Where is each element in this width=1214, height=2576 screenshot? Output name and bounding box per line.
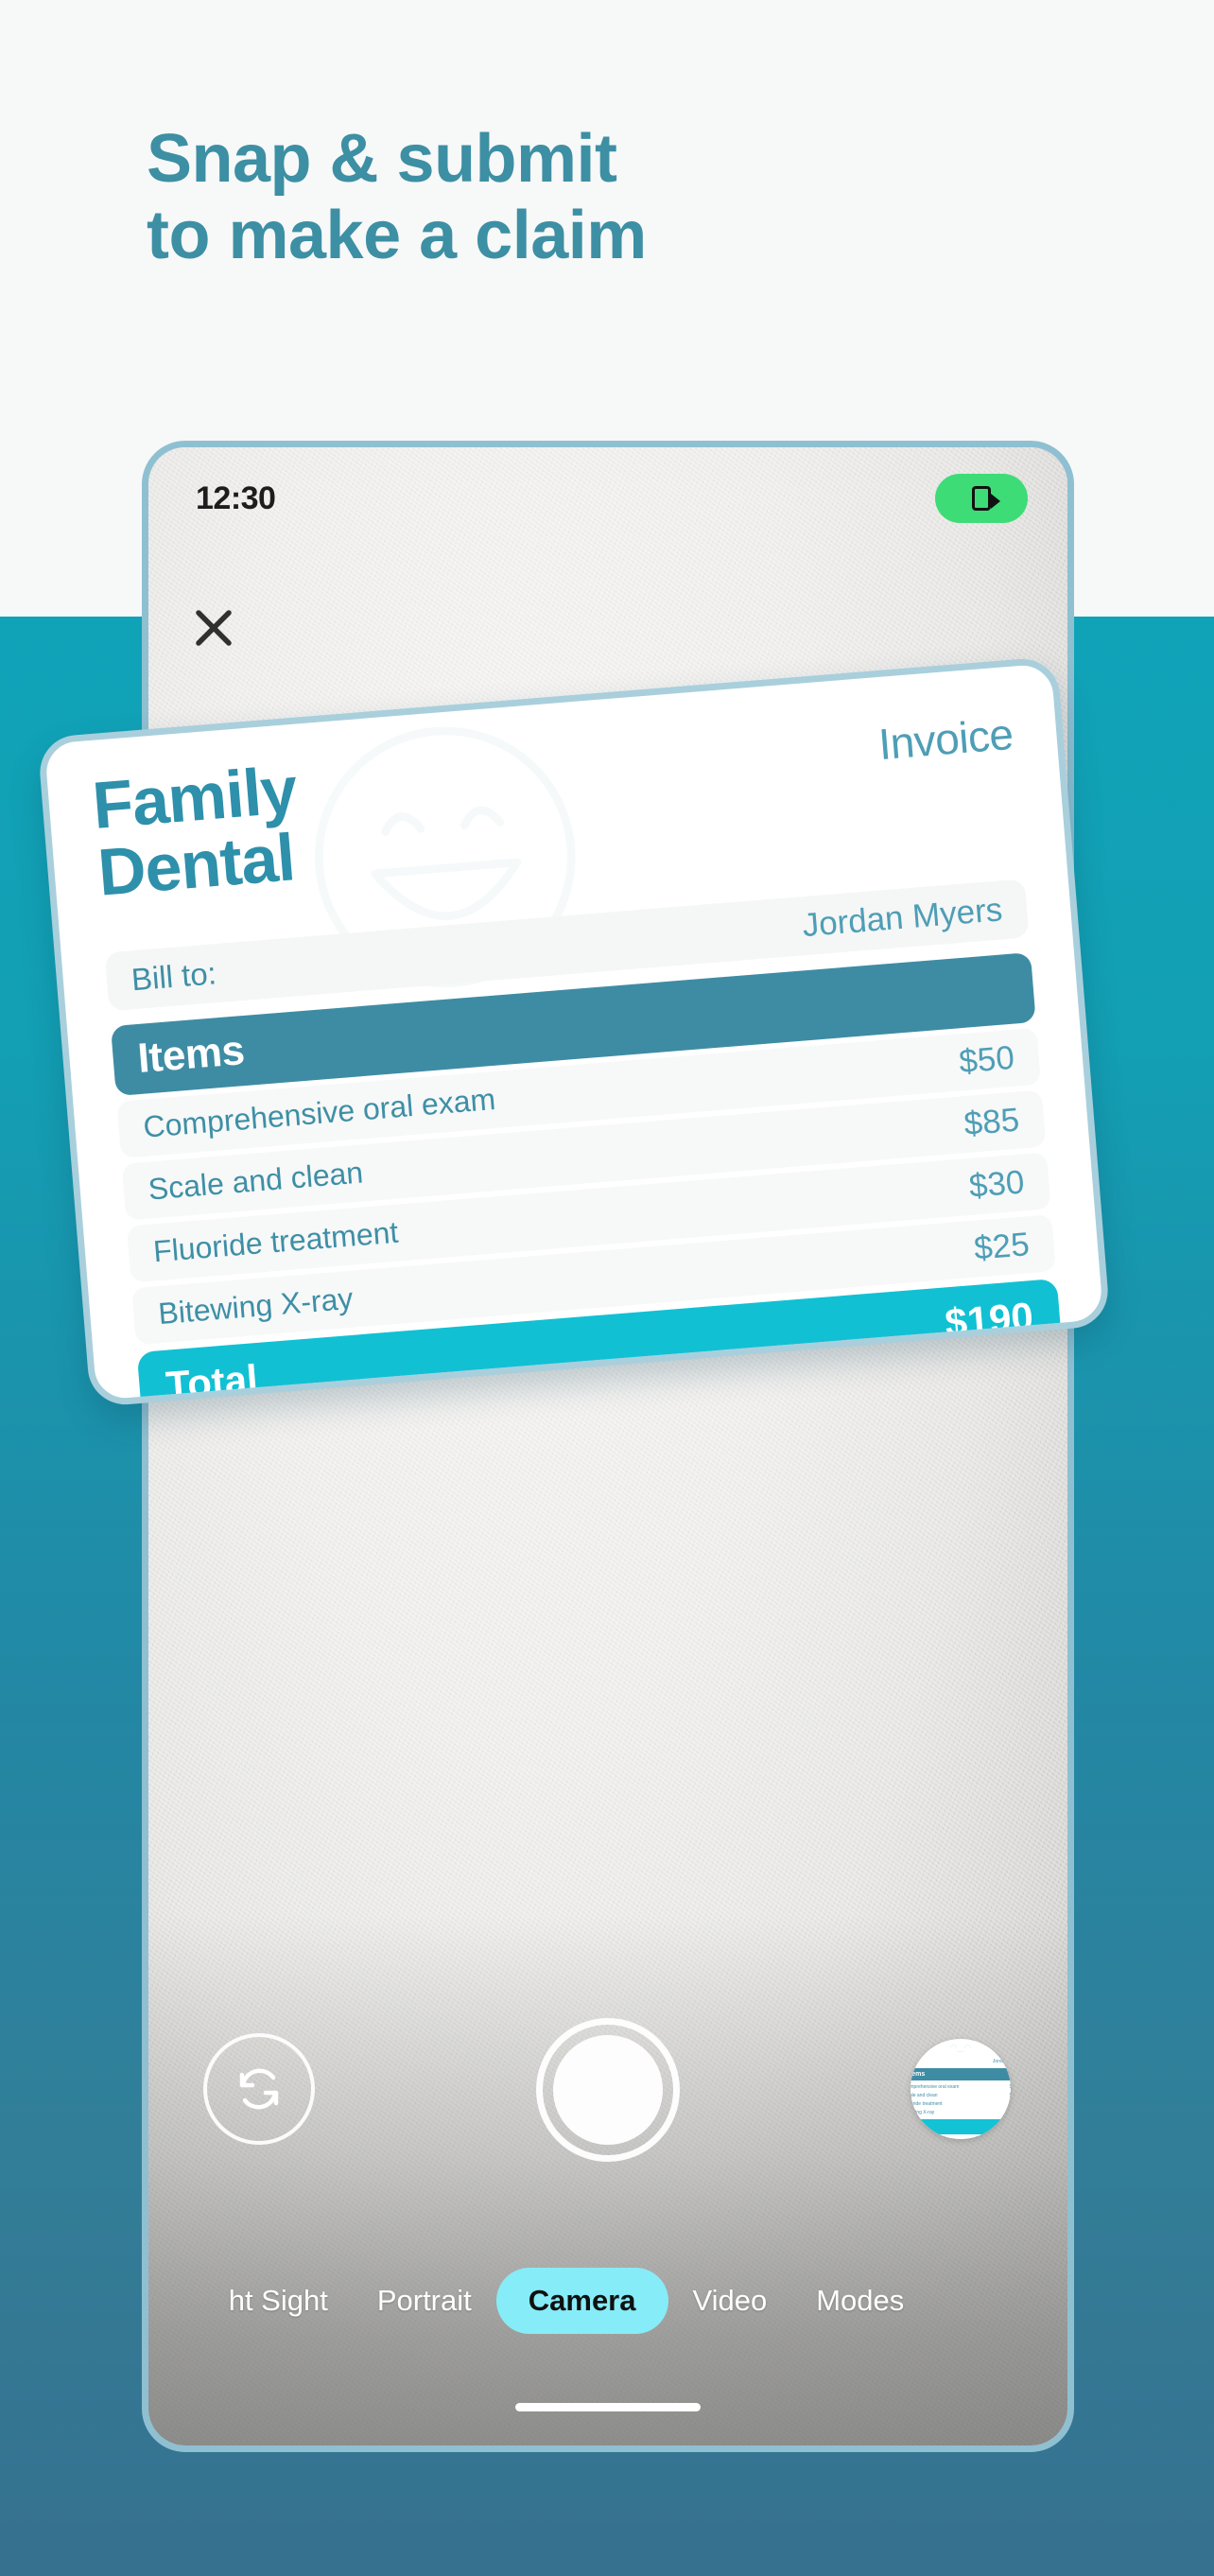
thumbnail-item-price: $30 [1010, 2101, 1011, 2107]
item-name: Bitewing X-ray [157, 1281, 355, 1332]
thumbnail-item-row: Fluoride treatment $30 [910, 2099, 1011, 2108]
page-title: Snap & submit to make a claim [147, 121, 997, 273]
thumbnail-item-name: Fluoride treatment [910, 2100, 943, 2107]
mode-night-sight[interactable]: ht Sight [204, 2284, 353, 2318]
close-icon [196, 610, 232, 646]
mode-modes[interactable]: Modes [791, 2284, 928, 2318]
shutter-button-inner [553, 2035, 663, 2145]
bill-to-name: Jordan Myers [801, 891, 1004, 944]
clinic-name: Family Dental [90, 753, 304, 911]
thumbnail-item-price: $85 [1010, 2093, 1011, 2098]
item-price: $30 [967, 1163, 1026, 1205]
camera-flip-icon [239, 2068, 279, 2110]
camera-controls: ◠‿◠ to: Jordan Mye Items Comprehensive o… [148, 2018, 1067, 2222]
item-name: Scale and clean [147, 1155, 365, 1207]
thumbnail-invoice-preview: ◠‿◠ to: Jordan Mye Items Comprehensive o… [910, 2043, 1011, 2134]
thumbnail-item-row: Scale and clean $85 [910, 2091, 1011, 2099]
headline-line-2: to make a claim [147, 197, 647, 273]
clinic-name-line-2: Dental [95, 820, 298, 911]
headline-line-1: Snap & submit [147, 121, 617, 197]
thumbnail-item-name: Bitewing X-ray [910, 2109, 935, 2115]
shutter-button[interactable] [536, 2018, 680, 2162]
recording-indicator-pill [935, 474, 1028, 523]
item-price: $25 [972, 1225, 1032, 1267]
item-price: $85 [963, 1101, 1021, 1142]
bill-to-label: Bill to: [130, 954, 218, 998]
mode-camera[interactable]: Camera [495, 2268, 668, 2334]
mode-video[interactable]: Video [668, 2284, 792, 2318]
thumbnail-item-row: Bitewing X-ray $ [910, 2108, 1011, 2116]
invoice-header: Family Dental Invoice [90, 699, 1020, 911]
thumbnail-total-row [910, 2119, 1011, 2134]
flip-camera-button[interactable] [203, 2033, 315, 2145]
item-name: Fluoride treatment [151, 1214, 400, 1269]
thumbnail-bill-name: Jordan Mye [992, 2058, 1011, 2064]
last-photo-thumbnail[interactable]: ◠‿◠ to: Jordan Mye Items Comprehensive o… [910, 2039, 1011, 2139]
thumbnail-items-header: Items [910, 2068, 1011, 2080]
item-name: Comprehensive oral exam [142, 1082, 497, 1145]
thumbnail-bill-row: to: Jordan Mye [910, 2057, 1011, 2065]
home-indicator [515, 2403, 701, 2411]
close-button[interactable] [184, 599, 243, 657]
mode-portrait[interactable]: Portrait [353, 2284, 496, 2318]
thumbnail-smiley: ◠‿◠ [949, 2043, 972, 2052]
item-price: $50 [957, 1038, 1016, 1081]
invoice-doc-type: Invoice [876, 708, 1015, 770]
thumbnail-item-row: Comprehensive oral exam $50 [910, 2082, 1011, 2091]
camera-mode-selector: ht Sight Portrait Camera Video Modes [148, 2268, 1067, 2334]
thumbnail-item-name: Scale and clean [910, 2092, 938, 2098]
status-bar-clock: 12:30 [196, 479, 276, 516]
thumbnail-item-price: $50 [1010, 2084, 1011, 2090]
video-camera-icon [972, 486, 1000, 511]
thumbnail-item-name: Comprehensive oral exam [910, 2083, 960, 2090]
status-bar: 12:30 [148, 447, 1067, 549]
invoice-card: Family Dental Invoice Bill to: Jordan My… [37, 655, 1111, 1408]
items-header-label: Items [135, 1026, 247, 1082]
